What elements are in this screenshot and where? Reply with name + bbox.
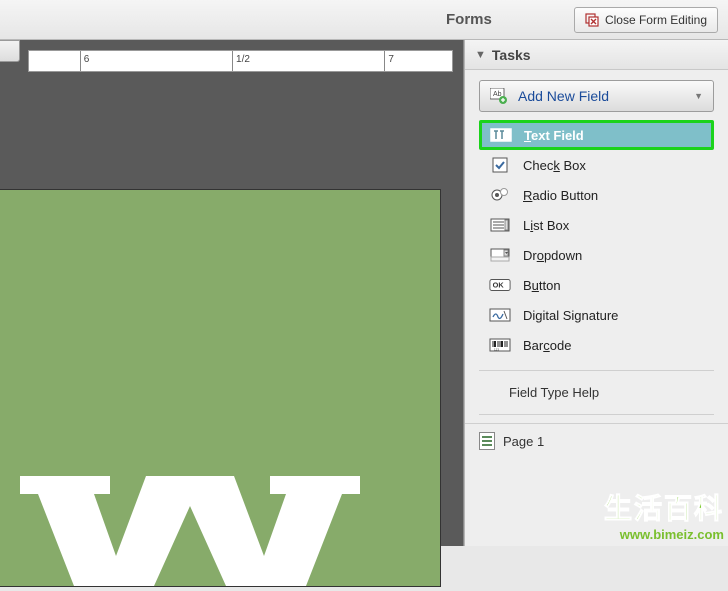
- barcode-icon: 123: [489, 337, 511, 353]
- field-label: Dropdown: [523, 248, 582, 263]
- tasks-header[interactable]: ▼ Tasks: [465, 40, 728, 70]
- button-icon: OK: [489, 277, 511, 293]
- page-label: Page 1: [503, 434, 544, 449]
- field-type-list: Text Field Check Box Radio Button List B…: [465, 116, 728, 366]
- app-header: Forms Close Form Editing: [0, 0, 728, 40]
- document-canvas[interactable]: 6 1/2 7: [0, 40, 464, 546]
- page-list-item[interactable]: Page 1: [479, 432, 714, 450]
- field-label: Check Box: [523, 158, 586, 173]
- field-label: Digital Signature: [523, 308, 618, 323]
- list-box-icon: [489, 217, 511, 233]
- add-new-field-button[interactable]: Ab Add New Field ▼: [479, 80, 714, 112]
- ruler-mark: 6: [84, 54, 90, 65]
- field-type-digital-signature[interactable]: Digital Signature: [479, 300, 714, 330]
- field-type-check-box[interactable]: Check Box: [479, 150, 714, 180]
- text-field-icon: [490, 127, 512, 143]
- page-icon: [479, 432, 495, 450]
- field-label: List Box: [523, 218, 569, 233]
- close-form-icon: [585, 13, 599, 27]
- field-label: Text Field: [524, 128, 584, 143]
- field-label: Barcode: [523, 338, 571, 353]
- dropdown-arrow-icon: ▼: [694, 91, 703, 101]
- document-page[interactable]: [0, 190, 440, 586]
- field-type-button[interactable]: OK Button: [479, 270, 714, 300]
- separator: [479, 414, 714, 415]
- add-field-icon: Ab: [490, 88, 508, 104]
- close-form-editing-label: Close Form Editing: [605, 13, 707, 27]
- field-type-radio-button[interactable]: Radio Button: [479, 180, 714, 210]
- add-new-field-label: Add New Field: [518, 88, 609, 104]
- field-type-text-field[interactable]: Text Field: [479, 120, 714, 150]
- field-label: Button: [523, 278, 561, 293]
- field-label: Radio Button: [523, 188, 598, 203]
- signature-icon: [489, 307, 511, 323]
- close-form-editing-button[interactable]: Close Form Editing: [574, 7, 718, 33]
- svg-text:Ab: Ab: [493, 91, 502, 98]
- forms-panel-title: Forms: [8, 11, 492, 28]
- dropdown-icon: [489, 247, 511, 263]
- horizontal-ruler: 6 1/2 7: [28, 50, 453, 72]
- field-type-barcode[interactable]: 123 Barcode: [479, 330, 714, 360]
- panel-tab[interactable]: [0, 40, 20, 62]
- ruler-mark: 7: [388, 54, 394, 65]
- collapse-icon: ▼: [475, 49, 486, 61]
- svg-text:OK: OK: [493, 281, 505, 290]
- ruler-mark: 1/2: [236, 54, 250, 65]
- field-type-dropdown[interactable]: Dropdown: [479, 240, 714, 270]
- svg-text:123: 123: [494, 348, 499, 352]
- page-graphic-w: [20, 476, 360, 586]
- separator: [479, 370, 714, 371]
- tasks-panel: ▼ Tasks Ab Add New Field ▼ Text Field: [464, 40, 728, 546]
- tasks-title: Tasks: [492, 47, 531, 63]
- field-type-list-box[interactable]: List Box: [479, 210, 714, 240]
- radio-button-icon: [489, 187, 511, 203]
- page-list: Page 1: [465, 423, 728, 458]
- check-box-icon: [489, 157, 511, 173]
- field-type-help[interactable]: Field Type Help: [465, 375, 728, 410]
